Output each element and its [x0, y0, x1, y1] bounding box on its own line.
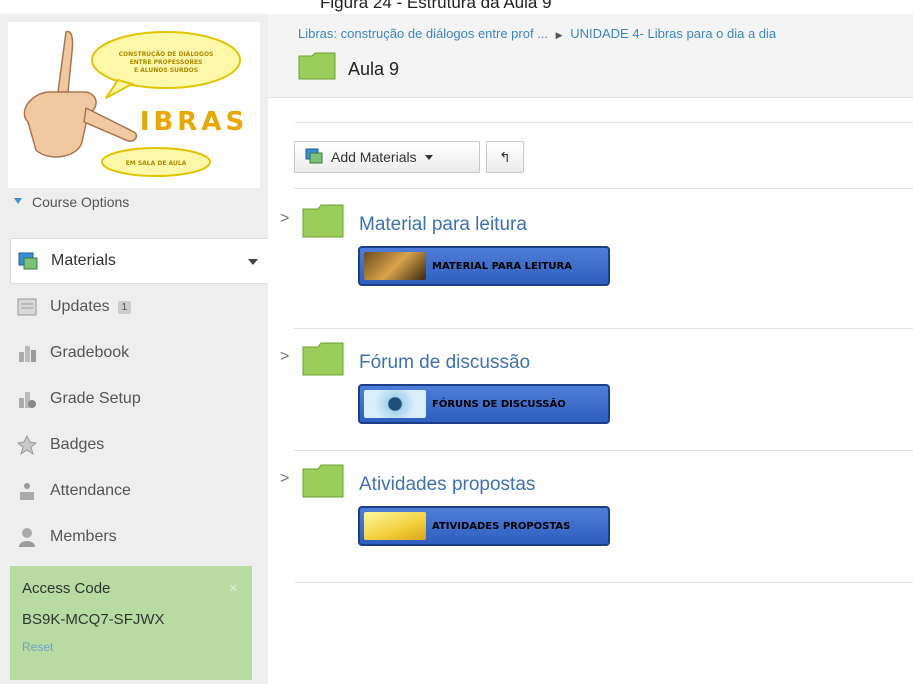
banner-label: FÓRUNS DE DISCUSSÃO: [432, 398, 566, 410]
sidebar-item-badges[interactable]: Badges: [10, 422, 268, 468]
grade-setup-icon: [16, 388, 38, 410]
folder-title[interactable]: Atividades propostas: [359, 474, 535, 496]
updates-count-badge: 1: [117, 300, 132, 314]
divider: [294, 450, 913, 451]
members-icon: [16, 526, 38, 548]
svg-text:IBRAS: IBRAS: [140, 107, 248, 137]
folder-icon: [298, 52, 336, 85]
banner-label: MATERIAL PARA LEITURA: [432, 260, 572, 272]
sidebar-item-materials[interactable]: Materials: [10, 238, 268, 284]
svg-text:EM SALA DE AULA: EM SALA DE AULA: [126, 160, 187, 167]
material-banner[interactable]: MATERIAL PARA LEITURA: [358, 246, 610, 286]
sidebar-item-gradebook[interactable]: Gradebook: [10, 330, 268, 376]
breadcrumb-unit-link[interactable]: UNIDADE 4- Libras para o dia a dia: [570, 26, 776, 41]
svg-text:CONSTRUÇÃO DE DIÁLOGOS: CONSTRUÇÃO DE DIÁLOGOS: [119, 51, 214, 58]
course-options-label: Course Options: [32, 194, 130, 210]
sidebar-item-grade-setup[interactable]: Grade Setup: [10, 376, 268, 422]
svg-text:E ALUNOS SURDOS: E ALUNOS SURDOS: [134, 67, 198, 74]
access-code-value: BS9K-MCQ7-SFJWX: [22, 611, 165, 628]
page-header: Libras: construção de diálogos entre pro…: [268, 14, 913, 98]
folder-icon: [302, 204, 344, 243]
sidebar-item-label: Updates: [50, 298, 110, 315]
sidebar-item-label: Grade Setup: [50, 390, 141, 407]
forum-thumbnail-icon: [364, 390, 426, 418]
chevron-right-icon[interactable]: >: [280, 210, 289, 228]
undo-icon: ↰: [499, 148, 511, 165]
breadcrumb-course-link[interactable]: Libras: construção de diálogos entre pro…: [298, 26, 548, 41]
pencil-thumbnail-icon: [364, 512, 426, 540]
materials-icon: [17, 250, 39, 272]
sidebar-item-updates[interactable]: Updates 1: [10, 284, 268, 330]
badges-icon: [16, 434, 38, 456]
access-code-panel: Access Code × BS9K-MCQ7-SFJWX Reset: [10, 566, 252, 680]
folder-title[interactable]: Material para leitura: [359, 214, 527, 236]
add-materials-button[interactable]: Add Materials: [294, 141, 480, 173]
undo-button[interactable]: ↰: [486, 141, 524, 173]
sidebar: CONSTRUÇÃO DE DIÁLOGOS ENTRE PROFESSORES…: [0, 14, 268, 684]
divider: [294, 328, 913, 329]
breadcrumb-separator-icon: ▶: [555, 30, 563, 40]
sidebar-item-label: Badges: [50, 436, 105, 453]
triangle-down-icon: [14, 198, 22, 204]
libras-logo-icon: CONSTRUÇÃO DE DIÁLOGOS ENTRE PROFESSORES…: [23, 30, 248, 177]
divider: [294, 582, 913, 583]
sidebar-item-label: Attendance: [50, 482, 131, 499]
access-code-title: Access Code: [22, 580, 111, 597]
gradebook-icon: [16, 342, 38, 364]
divider: [294, 188, 913, 189]
close-icon[interactable]: ×: [229, 580, 238, 598]
page-title: Aula 9: [348, 59, 400, 79]
reset-link[interactable]: Reset: [22, 640, 53, 654]
figure-caption: Figura 24 - Estrutura da Aula 9: [320, 0, 552, 12]
breadcrumb: Libras: construção de diálogos entre pro…: [298, 26, 776, 41]
sidebar-item-label: Members: [50, 528, 117, 545]
updates-icon: [16, 296, 38, 318]
forum-banner[interactable]: FÓRUNS DE DISCUSSÃO: [358, 384, 610, 424]
attendance-icon: [16, 480, 38, 502]
add-materials-label: Add Materials: [331, 149, 417, 165]
sidebar-item-attendance[interactable]: Attendance: [10, 468, 268, 514]
folder-icon: [302, 342, 344, 381]
svg-text:ENTRE PROFESSORES: ENTRE PROFESSORES: [130, 59, 203, 66]
chevron-right-icon[interactable]: >: [280, 470, 289, 488]
folder-icon: [302, 464, 344, 503]
chevron-right-icon[interactable]: >: [280, 348, 289, 366]
books-thumbnail-icon: [364, 252, 426, 280]
sidebar-item-label: Materials: [51, 252, 116, 269]
course-options-link[interactable]: Course Options: [14, 194, 130, 210]
chevron-down-icon: [424, 154, 433, 160]
chevron-down-icon[interactable]: [248, 259, 258, 265]
sidebar-item-members[interactable]: Members: [10, 514, 268, 560]
sidebar-nav: Materials Updates 1 Gradebook Grade Setu…: [10, 238, 268, 560]
add-materials-icon: [305, 147, 323, 168]
activities-banner[interactable]: ATIVIDADES PROPOSTAS: [358, 506, 610, 546]
banner-label: ATIVIDADES PROPOSTAS: [432, 520, 571, 532]
divider: [294, 122, 913, 123]
sidebar-item-label: Gradebook: [50, 344, 130, 361]
course-logo: CONSTRUÇÃO DE DIÁLOGOS ENTRE PROFESSORES…: [8, 22, 260, 188]
folder-title[interactable]: Fórum de discussão: [359, 352, 530, 374]
